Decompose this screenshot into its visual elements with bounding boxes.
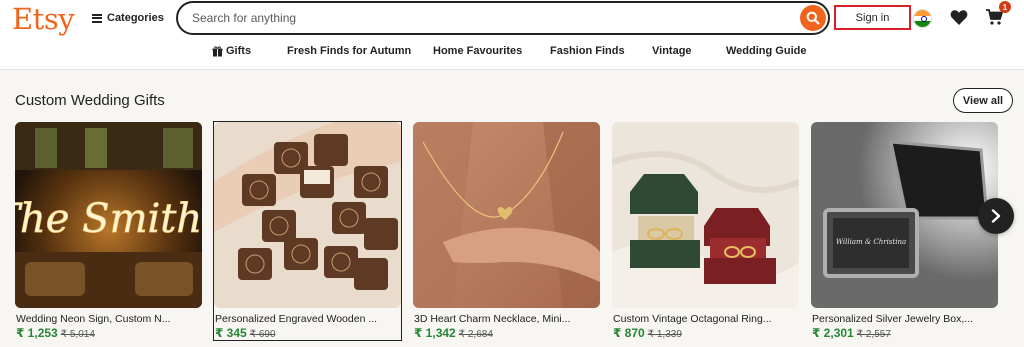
heart-icon[interactable] [950, 9, 968, 26]
product-image-heart-necklace[interactable] [413, 122, 600, 308]
product-card[interactable]: Custom Vintage Octagonal Ring... ₹ 870 ₹ … [612, 122, 799, 340]
site-header: Etsy Categories Sign in 1 [0, 0, 1024, 70]
product-price: ₹ 870 ₹ 1,339 [613, 326, 682, 340]
menu-icon [92, 13, 102, 23]
india-flag-icon[interactable] [913, 9, 932, 28]
search-button[interactable] [800, 5, 826, 31]
search-icon [806, 11, 820, 25]
section-title: Custom Wedding Gifts [15, 92, 165, 109]
nav-item-fashion-finds[interactable]: Fashion Finds [550, 45, 625, 57]
product-title[interactable]: Wedding Neon Sign, Custom N... [16, 313, 202, 325]
product-price: ₹ 1,253 ₹ 5,014 [16, 326, 95, 340]
nav-item-home-favourites[interactable]: Home Favourites [433, 45, 522, 57]
chevron-right-icon [991, 209, 1001, 223]
product-card[interactable]: The Smiths Wedding Neon Sign, Custom N..… [15, 122, 202, 340]
search-bar [176, 1, 830, 35]
original-price: ₹ 690 [249, 329, 276, 340]
cart-count-badge: 1 [999, 1, 1011, 13]
nav-item-fresh-finds[interactable]: Fresh Finds for Autumn [287, 45, 411, 57]
product-card[interactable]: 3D Heart Charm Necklace, Mini... ₹ 1,342… [413, 122, 600, 340]
box-engraving-text: William & Christina [836, 238, 906, 246]
original-price: ₹ 2,557 [856, 329, 891, 340]
product-image-silver-jewelry-box[interactable]: William & Christina [811, 122, 998, 308]
product-price: ₹ 1,342 ₹ 2,684 [414, 326, 493, 340]
nav-item-gifts[interactable]: Gifts [212, 45, 251, 57]
nav-label: Gifts [226, 45, 252, 57]
original-price: ₹ 2,684 [458, 329, 493, 340]
nav-item-wedding-guide[interactable]: Wedding Guide [726, 45, 806, 57]
etsy-logo[interactable]: Etsy [12, 2, 75, 36]
product-title[interactable]: 3D Heart Charm Necklace, Mini... [414, 313, 600, 325]
neon-sign-text: The Smiths [15, 196, 202, 242]
product-card[interactable]: Personalized Engraved Wooden ... ₹ 345 ₹ … [213, 121, 402, 341]
gift-icon [212, 45, 223, 57]
product-price: ₹ 345 ₹ 690 [215, 326, 276, 340]
carousel-next-button[interactable] [978, 198, 1014, 234]
category-nav: Gifts Fresh Finds for Autumn Home Favour… [0, 45, 1024, 59]
product-image-wooden-boxes[interactable] [214, 122, 401, 308]
view-all-button[interactable]: View all [953, 88, 1013, 113]
product-image-ring-boxes[interactable] [612, 122, 799, 308]
product-title[interactable]: Custom Vintage Octagonal Ring... [613, 313, 799, 325]
original-price: ₹ 1,339 [647, 329, 682, 340]
nav-item-vintage[interactable]: Vintage [652, 45, 692, 57]
product-title[interactable]: Personalized Engraved Wooden ... [215, 313, 401, 325]
product-image-neon-sign[interactable]: The Smiths [15, 122, 202, 308]
categories-label: Categories [107, 12, 164, 24]
original-price: ₹ 5,014 [60, 329, 95, 340]
product-price: ₹ 2,301 ₹ 2,557 [812, 326, 891, 340]
search-input[interactable] [192, 9, 782, 27]
sign-in-button[interactable]: Sign in [834, 5, 911, 30]
product-title[interactable]: Personalized Silver Jewelry Box,... [812, 313, 998, 325]
categories-button[interactable]: Categories [92, 9, 164, 27]
product-card[interactable]: William & Christina Personalized Silver … [811, 122, 998, 340]
